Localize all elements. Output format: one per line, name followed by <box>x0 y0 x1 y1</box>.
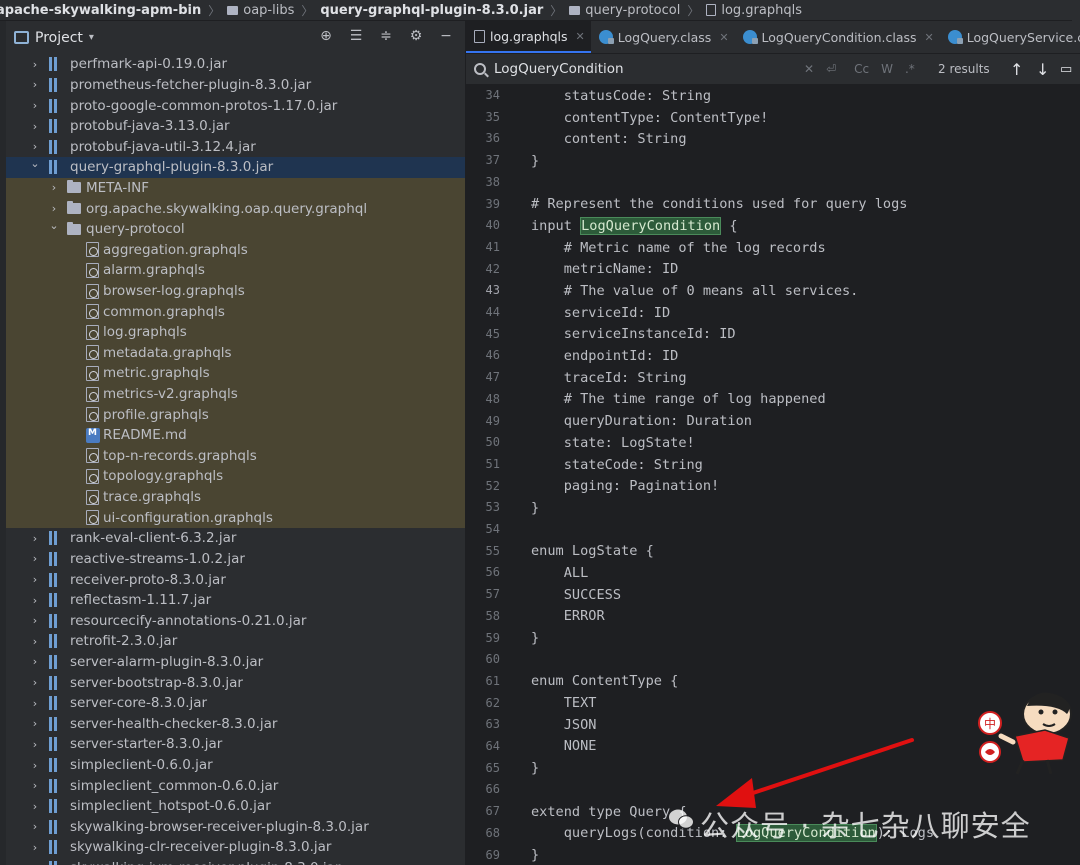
wechat-icon <box>669 809 694 829</box>
annotation-arrow <box>716 738 914 808</box>
cartoon-boy-sticker: 中 <box>978 692 1072 775</box>
sticker-badge-text: 中 <box>984 716 996 731</box>
watermark-text: 公众号 · 杂七杂八聊安全 <box>700 809 1031 843</box>
